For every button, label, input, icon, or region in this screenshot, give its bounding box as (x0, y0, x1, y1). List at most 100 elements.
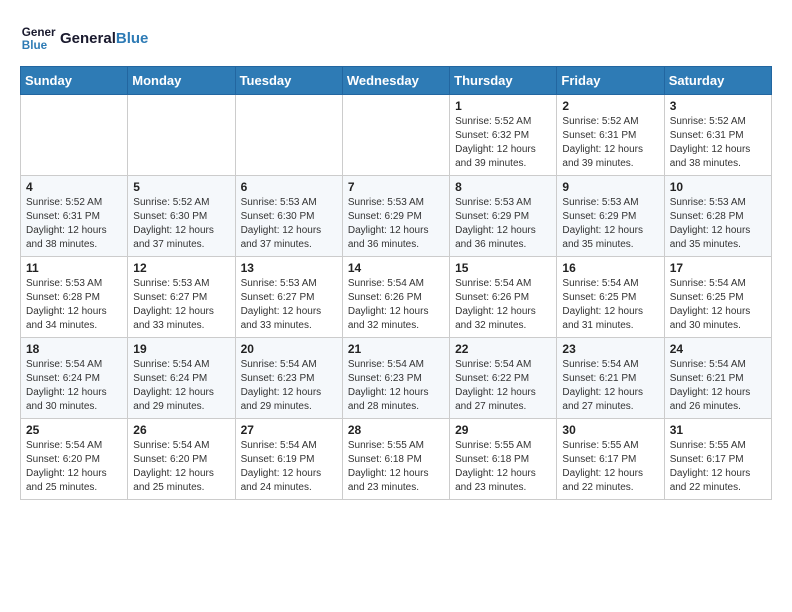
calendar-cell: 6Sunrise: 5:53 AM Sunset: 6:30 PM Daylig… (235, 176, 342, 257)
calendar-cell (342, 95, 449, 176)
day-info: Sunrise: 5:54 AM Sunset: 6:23 PM Dayligh… (348, 358, 444, 414)
day-info: Sunrise: 5:54 AM Sunset: 6:23 PM Dayligh… (241, 358, 337, 414)
calendar-cell: 4Sunrise: 5:52 AM Sunset: 6:31 PM Daylig… (21, 176, 128, 257)
calendar-cell: 30 Sunrise: 5:55 AM Sunset: 6:17 PM Dayli… (557, 419, 664, 500)
day-number: 4 (26, 180, 122, 194)
day-info: Sunrise: 5:55 AM Sunset: 6:17 PM Dayligh… (562, 439, 658, 495)
day-info: Sunrise: 5:55 AM Sunset: 6:18 PM Dayligh… (348, 439, 444, 495)
day-number: 20 (241, 342, 337, 356)
day-number: 24 (670, 342, 766, 356)
svg-text:General: General (22, 26, 56, 39)
day-number: 8 (455, 180, 551, 194)
day-number: 1 (455, 99, 551, 113)
day-number: 13 (241, 261, 337, 275)
day-number: 17 (670, 261, 766, 275)
calendar-cell: 19 Sunrise: 5:54 AM Sunset: 6:24 PM Dayli… (128, 338, 235, 419)
calendar-cell: 12Sunrise: 5:53 AM Sunset: 6:27 PM Dayli… (128, 257, 235, 338)
calendar-week-row: 25 Sunrise: 5:54 AM Sunset: 6:20 PM Dayli… (21, 419, 772, 500)
day-number: 31 (670, 423, 766, 437)
calendar-cell: 9Sunrise: 5:53 AM Sunset: 6:29 PM Daylig… (557, 176, 664, 257)
day-info: Sunrise: 5:53 AM Sunset: 6:29 PM Dayligh… (455, 196, 551, 252)
day-header-saturday: Saturday (664, 67, 771, 95)
day-info: Sunrise: 5:55 AM Sunset: 6:17 PM Dayligh… (670, 439, 766, 495)
day-number: 19 (133, 342, 229, 356)
calendar-cell: 29 Sunrise: 5:55 AM Sunset: 6:18 PM Dayli… (450, 419, 557, 500)
calendar-cell: 28 Sunrise: 5:55 AM Sunset: 6:18 PM Dayli… (342, 419, 449, 500)
logo-text: GeneralBlue (60, 30, 148, 47)
day-info: Sunrise: 5:52 AM Sunset: 6:32 PM Dayligh… (455, 115, 551, 171)
calendar-week-row: 18 Sunrise: 5:54 AM Sunset: 6:24 PM Dayli… (21, 338, 772, 419)
calendar-cell: 20 Sunrise: 5:54 AM Sunset: 6:23 PM Dayli… (235, 338, 342, 419)
calendar-cell: 23 Sunrise: 5:54 AM Sunset: 6:21 PM Dayli… (557, 338, 664, 419)
day-info: Sunrise: 5:52 AM Sunset: 6:31 PM Dayligh… (562, 115, 658, 171)
day-header-wednesday: Wednesday (342, 67, 449, 95)
day-header-friday: Friday (557, 67, 664, 95)
logo-icon: General Blue (20, 20, 56, 56)
day-info: Sunrise: 5:54 AM Sunset: 6:21 PM Dayligh… (670, 358, 766, 414)
logo: General Blue GeneralBlue (20, 20, 148, 56)
calendar-cell (128, 95, 235, 176)
day-number: 22 (455, 342, 551, 356)
calendar-header-row: SundayMondayTuesdayWednesdayThursdayFrid… (21, 67, 772, 95)
day-info: Sunrise: 5:53 AM Sunset: 6:29 PM Dayligh… (348, 196, 444, 252)
day-info: Sunrise: 5:54 AM Sunset: 6:21 PM Dayligh… (562, 358, 658, 414)
day-info: Sunrise: 5:53 AM Sunset: 6:28 PM Dayligh… (26, 277, 122, 333)
day-info: Sunrise: 5:53 AM Sunset: 6:27 PM Dayligh… (241, 277, 337, 333)
day-number: 23 (562, 342, 658, 356)
calendar-cell: 11 Sunrise: 5:53 AM Sunset: 6:28 PM Dayli… (21, 257, 128, 338)
calendar-cell: 25Sunrise: 5:54 AM Sunset: 6:20 PM Dayli… (21, 419, 128, 500)
day-number: 18 (26, 342, 122, 356)
calendar-week-row: 1 Sunrise: 5:52 AM Sunset: 6:32 PM Daylig… (21, 95, 772, 176)
day-info: Sunrise: 5:54 AM Sunset: 6:26 PM Dayligh… (455, 277, 551, 333)
day-number: 14 (348, 261, 444, 275)
day-number: 11 (26, 261, 122, 275)
calendar-cell: 10Sunrise: 5:53 AM Sunset: 6:28 PM Dayli… (664, 176, 771, 257)
day-header-tuesday: Tuesday (235, 67, 342, 95)
calendar-cell: 5 Sunrise: 5:52 AM Sunset: 6:30 PM Daylig… (128, 176, 235, 257)
day-info: Sunrise: 5:53 AM Sunset: 6:30 PM Dayligh… (241, 196, 337, 252)
calendar-cell: 18Sunrise: 5:54 AM Sunset: 6:24 PM Dayli… (21, 338, 128, 419)
calendar-cell: 3 Sunrise: 5:52 AM Sunset: 6:31 PM Daylig… (664, 95, 771, 176)
calendar-week-row: 4Sunrise: 5:52 AM Sunset: 6:31 PM Daylig… (21, 176, 772, 257)
calendar-cell (21, 95, 128, 176)
day-number: 25 (26, 423, 122, 437)
day-info: Sunrise: 5:52 AM Sunset: 6:30 PM Dayligh… (133, 196, 229, 252)
day-number: 15 (455, 261, 551, 275)
day-info: Sunrise: 5:54 AM Sunset: 6:25 PM Dayligh… (562, 277, 658, 333)
calendar-cell: 2 Sunrise: 5:52 AM Sunset: 6:31 PM Daylig… (557, 95, 664, 176)
calendar-cell: 14Sunrise: 5:54 AM Sunset: 6:26 PM Dayli… (342, 257, 449, 338)
day-info: Sunrise: 5:54 AM Sunset: 6:24 PM Dayligh… (133, 358, 229, 414)
day-info: Sunrise: 5:55 AM Sunset: 6:18 PM Dayligh… (455, 439, 551, 495)
calendar-body: 1 Sunrise: 5:52 AM Sunset: 6:32 PM Daylig… (21, 95, 772, 500)
day-number: 16 (562, 261, 658, 275)
day-number: 2 (562, 99, 658, 113)
day-info: Sunrise: 5:53 AM Sunset: 6:27 PM Dayligh… (133, 277, 229, 333)
day-info: Sunrise: 5:54 AM Sunset: 6:20 PM Dayligh… (133, 439, 229, 495)
calendar-table: SundayMondayTuesdayWednesdayThursdayFrid… (20, 66, 772, 500)
calendar-cell: 27Sunrise: 5:54 AM Sunset: 6:19 PM Dayli… (235, 419, 342, 500)
page-header: General Blue GeneralBlue (20, 20, 772, 56)
calendar-cell: 13 Sunrise: 5:53 AM Sunset: 6:27 PM Dayli… (235, 257, 342, 338)
calendar-cell: 8 Sunrise: 5:53 AM Sunset: 6:29 PM Daylig… (450, 176, 557, 257)
day-info: Sunrise: 5:52 AM Sunset: 6:31 PM Dayligh… (670, 115, 766, 171)
svg-text:Blue: Blue (22, 39, 48, 52)
calendar-cell: 1 Sunrise: 5:52 AM Sunset: 6:32 PM Daylig… (450, 95, 557, 176)
day-number: 29 (455, 423, 551, 437)
calendar-cell: 16 Sunrise: 5:54 AM Sunset: 6:25 PM Dayli… (557, 257, 664, 338)
day-number: 21 (348, 342, 444, 356)
day-number: 3 (670, 99, 766, 113)
calendar-cell (235, 95, 342, 176)
calendar-cell: 31 Sunrise: 5:55 AM Sunset: 6:17 PM Dayli… (664, 419, 771, 500)
day-number: 5 (133, 180, 229, 194)
day-number: 28 (348, 423, 444, 437)
day-number: 10 (670, 180, 766, 194)
calendar-week-row: 11 Sunrise: 5:53 AM Sunset: 6:28 PM Dayli… (21, 257, 772, 338)
calendar-cell: 26Sunrise: 5:54 AM Sunset: 6:20 PM Dayli… (128, 419, 235, 500)
calendar-cell: 22 Sunrise: 5:54 AM Sunset: 6:22 PM Dayli… (450, 338, 557, 419)
day-number: 30 (562, 423, 658, 437)
day-header-sunday: Sunday (21, 67, 128, 95)
calendar-cell: 17Sunrise: 5:54 AM Sunset: 6:25 PM Dayli… (664, 257, 771, 338)
day-info: Sunrise: 5:54 AM Sunset: 6:22 PM Dayligh… (455, 358, 551, 414)
calendar-cell: 24 Sunrise: 5:54 AM Sunset: 6:21 PM Dayli… (664, 338, 771, 419)
day-number: 27 (241, 423, 337, 437)
